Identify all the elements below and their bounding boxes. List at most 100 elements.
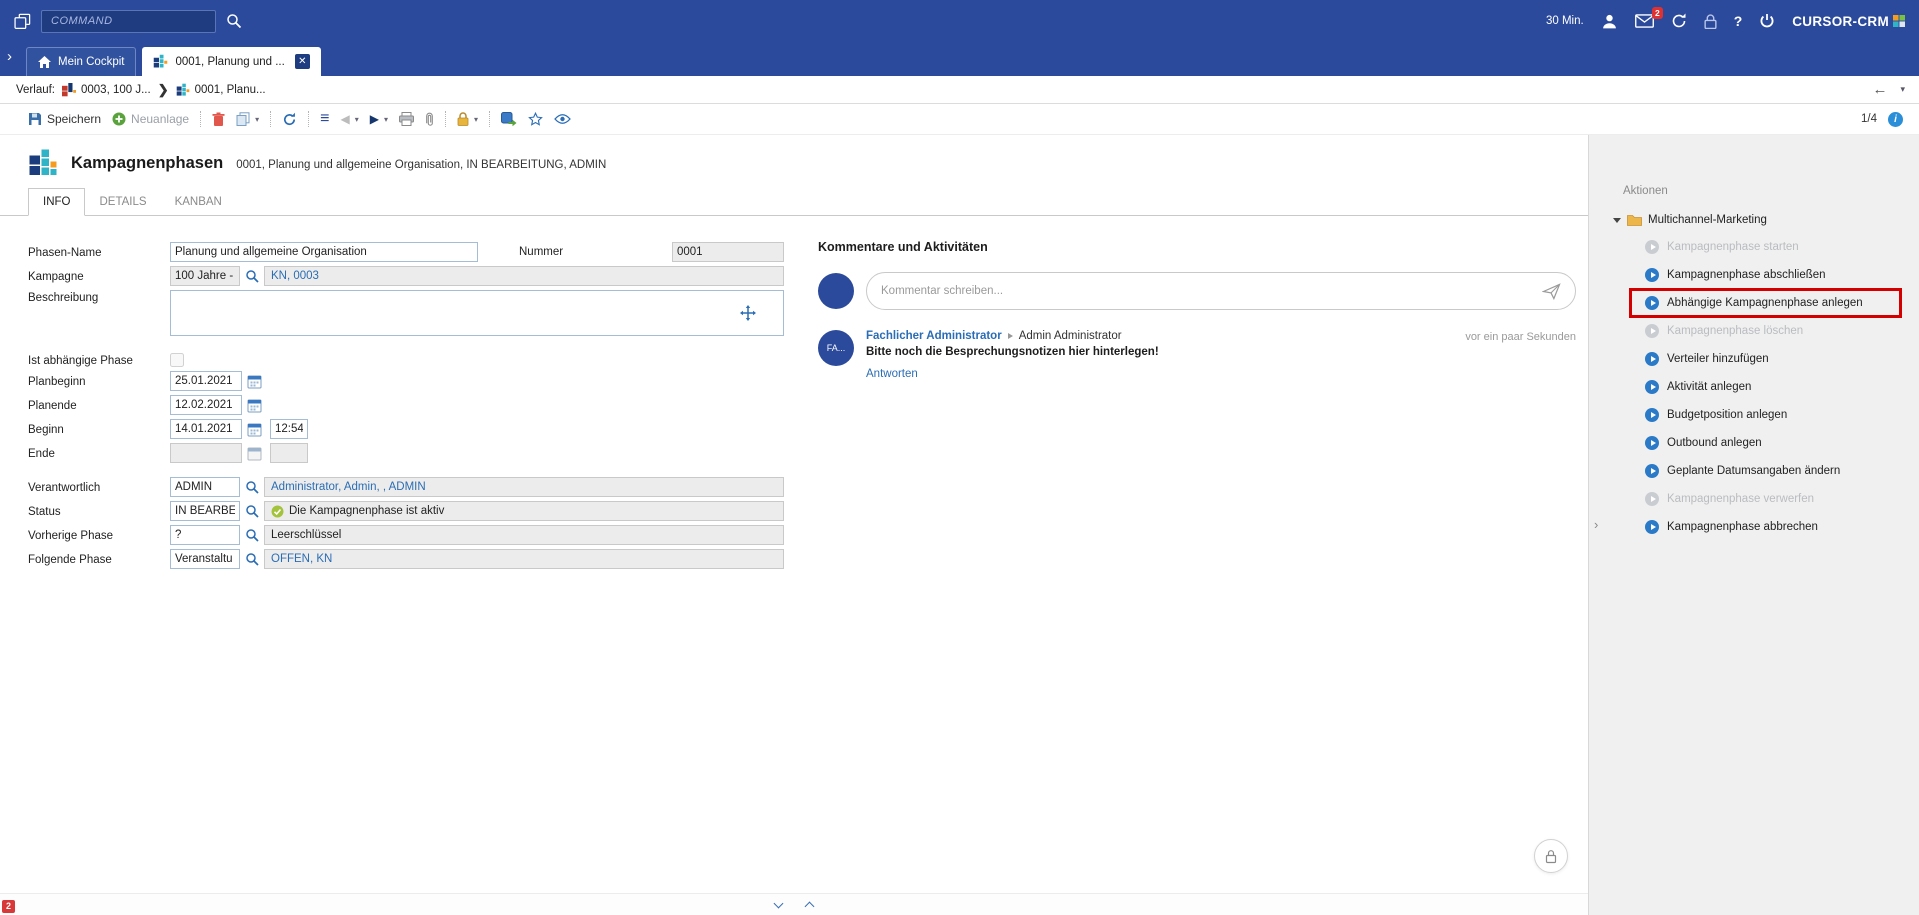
calendar-icon[interactable] — [245, 446, 263, 461]
checkout-button[interactable] — [501, 112, 517, 127]
tab-record-0001[interactable]: 0001, Planung und ... ✕ — [142, 47, 320, 76]
mail-icon[interactable]: 2 — [1635, 14, 1654, 28]
action-kampagnenphase-loeschen[interactable]: Kampagnenphase löschen — [1589, 317, 1919, 345]
beginn-input[interactable] — [170, 419, 242, 439]
nummer-input[interactable] — [672, 242, 784, 262]
comment-author-link[interactable]: Fachlicher Administrator — [866, 330, 1002, 342]
notification-badge[interactable]: 2 — [2, 900, 15, 913]
record-counter: 1/4 — [1861, 113, 1877, 125]
sync-icon[interactable] — [1671, 13, 1687, 29]
chevron-down-icon: ▾ — [255, 115, 259, 124]
action-aktivitaet-anlegen[interactable]: Aktivität anlegen — [1589, 373, 1919, 401]
tab-info[interactable]: INFO — [28, 188, 85, 216]
previous-record-button[interactable]: ◀ ▾ — [340, 112, 358, 126]
breadcrumb-label: 0001, Planu... — [195, 84, 266, 96]
beschreibung-textarea[interactable] — [170, 290, 784, 336]
status-input[interactable] — [170, 501, 240, 521]
folgende-phase-input[interactable] — [170, 549, 240, 569]
verantwortlich-input[interactable] — [170, 477, 240, 497]
expand-left-panel-icon[interactable]: › — [7, 49, 12, 64]
phasen-name-input[interactable] — [170, 242, 478, 262]
play-icon — [1645, 436, 1659, 450]
field-label: Ende — [28, 446, 170, 460]
beginn-time-input[interactable] — [270, 419, 308, 439]
collapse-panel-icon[interactable]: › — [1594, 517, 1598, 532]
action-group-multichannel-marketing[interactable]: Multichannel-Marketing — [1613, 214, 1919, 226]
delete-button[interactable] — [212, 112, 225, 127]
help-icon[interactable]: ? — [1734, 13, 1743, 29]
arrow-right-icon — [1008, 333, 1013, 339]
info-icon[interactable]: i — [1888, 112, 1903, 127]
reply-link[interactable]: Antworten — [866, 368, 1576, 380]
move-icon[interactable] — [740, 305, 756, 324]
action-outbound-anlegen[interactable]: Outbound anlegen — [1589, 429, 1919, 457]
folgende-phase-link[interactable]: OFFEN, KN — [271, 553, 332, 565]
action-kampagnenphase-abschliessen[interactable]: Kampagnenphase abschließen — [1589, 261, 1919, 289]
brand-logo: CURSOR-CRM — [1792, 14, 1905, 29]
kampagne-input[interactable] — [170, 266, 240, 286]
lock-layout-button[interactable] — [1534, 839, 1568, 873]
chevron-down-icon: ▾ — [384, 115, 388, 124]
lookup-icon[interactable] — [242, 528, 262, 542]
calendar-icon[interactable] — [245, 374, 263, 389]
favorite-button[interactable] — [528, 112, 543, 127]
action-abhaengige-kampagnenphase-anlegen[interactable]: Abhängige Kampagnenphase anlegen — [1629, 288, 1902, 318]
list-menu-button[interactable]: ≡ — [320, 110, 329, 128]
caret-down-icon[interactable] — [1613, 218, 1621, 223]
command-input[interactable] — [41, 10, 216, 33]
star-icon — [528, 112, 543, 127]
tab-kanban[interactable]: KANBAN — [161, 189, 236, 215]
next-record-button[interactable]: ▶ ▾ — [370, 112, 388, 126]
print-button[interactable] — [399, 112, 414, 126]
lock-icon[interactable] — [1704, 14, 1717, 29]
action-kampagnenphase-abbrechen[interactable]: Kampagnenphase abbrechen — [1589, 513, 1919, 541]
breadcrumb-item-0003[interactable]: 0003, 100 J... — [62, 83, 151, 97]
field-label: Phasen-Name — [28, 245, 170, 259]
breadcrumb-item-0001[interactable]: 0001, Planu... — [176, 83, 266, 97]
chevron-down-icon: ▾ — [355, 115, 359, 124]
action-geplante-datumsangaben-aendern[interactable]: Geplante Datumsangaben ändern — [1589, 457, 1919, 485]
refresh-button[interactable] — [282, 112, 297, 127]
calendar-icon[interactable] — [245, 398, 263, 413]
kampagne-link[interactable]: KN, 0003 — [271, 270, 319, 282]
collapse-up-icon[interactable] — [805, 901, 815, 911]
send-icon[interactable] — [1542, 283, 1561, 300]
save-button[interactable]: Speichern — [28, 112, 101, 126]
search-icon[interactable] — [226, 13, 242, 29]
play-icon — [1645, 352, 1659, 366]
tab-mein-cockpit[interactable]: Mein Cockpit — [26, 47, 136, 76]
power-icon[interactable] — [1759, 13, 1775, 29]
planende-input[interactable] — [170, 395, 242, 415]
lookup-icon[interactable] — [242, 552, 262, 566]
user-icon[interactable] — [1601, 13, 1618, 30]
vorherige-phase-input[interactable] — [170, 525, 240, 545]
tab-details[interactable]: DETAILS — [85, 189, 160, 215]
copy-button[interactable]: ▾ — [236, 112, 259, 126]
action-label: Aktivität anlegen — [1667, 381, 1751, 393]
history-dropdown-icon[interactable]: ▾ — [1900, 84, 1905, 95]
ist-abhaengige-phase-checkbox[interactable] — [170, 353, 184, 367]
planbeginn-input[interactable] — [170, 371, 242, 391]
action-kampagnenphase-starten[interactable]: Kampagnenphase starten — [1589, 233, 1919, 261]
close-tab-icon[interactable]: ✕ — [295, 54, 310, 69]
permissions-button[interactable]: ▾ — [457, 112, 478, 126]
ende-time-input[interactable] — [270, 443, 308, 463]
window-switch-icon[interactable] — [14, 13, 31, 30]
action-kampagnenphase-verwerfen[interactable]: Kampagnenphase verwerfen — [1589, 485, 1919, 513]
lookup-icon[interactable] — [242, 480, 262, 494]
action-budgetposition-anlegen[interactable]: Budgetposition anlegen — [1589, 401, 1919, 429]
history-back-icon[interactable]: ← — [1872, 81, 1887, 98]
verantwortlich-link[interactable]: Administrator, Admin, , ADMIN — [271, 481, 426, 493]
lookup-icon[interactable] — [242, 504, 262, 518]
collapse-down-icon[interactable] — [774, 898, 784, 908]
watch-button[interactable] — [554, 113, 571, 125]
comment-input[interactable] — [881, 285, 1532, 297]
new-record-button[interactable]: Neuanlage — [112, 112, 189, 126]
lookup-icon[interactable] — [242, 269, 262, 283]
action-verteiler-hinzufuegen[interactable]: Verteiler hinzufügen — [1589, 345, 1919, 373]
attachment-button[interactable] — [425, 112, 434, 127]
ende-input[interactable] — [170, 443, 242, 463]
page-header: Kampagnenphasen 0001, Planung und allgem… — [0, 135, 1588, 178]
calendar-icon[interactable] — [245, 422, 263, 437]
action-label: Geplante Datumsangaben ändern — [1667, 465, 1840, 477]
